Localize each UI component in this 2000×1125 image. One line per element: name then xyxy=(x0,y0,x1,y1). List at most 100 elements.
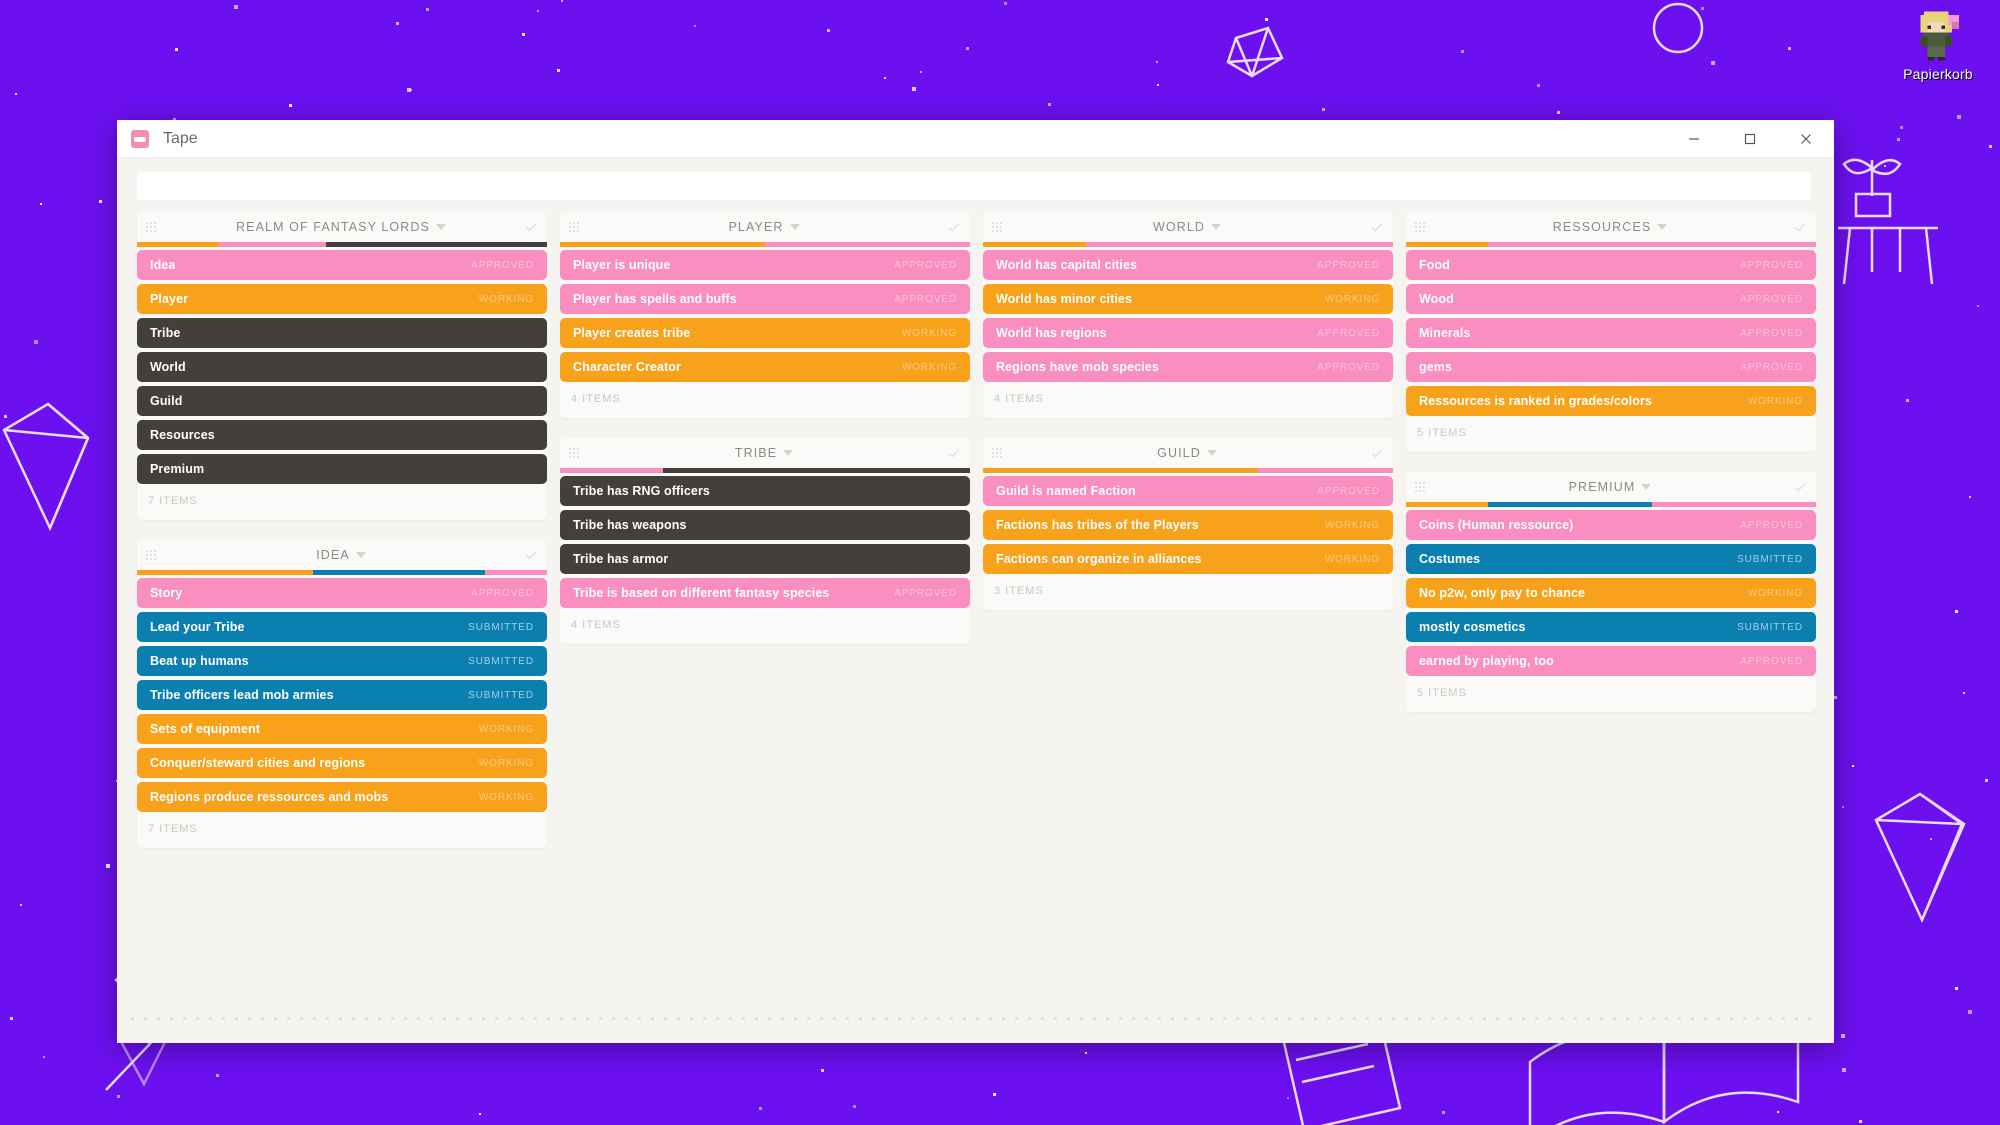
task-card[interactable]: Tribe is based on different fantasy spec… xyxy=(560,578,970,608)
check-icon[interactable] xyxy=(1370,446,1384,460)
check-icon[interactable] xyxy=(524,220,538,234)
task-card[interactable]: Character Creator WORKING xyxy=(560,352,970,382)
drag-handle-icon[interactable] xyxy=(992,222,1004,232)
desktop-icon-recycle-bin[interactable]: Papierkorb xyxy=(1886,4,1990,82)
collection-header[interactable]: WORLD xyxy=(983,212,1393,242)
task-card[interactable]: World has capital cities APPROVED xyxy=(983,250,1393,280)
collection-header[interactable]: TRIBE xyxy=(560,438,970,468)
check-icon[interactable] xyxy=(947,446,961,460)
minimize-icon[interactable] xyxy=(1666,120,1722,158)
progress-segment-approved xyxy=(1488,242,1816,247)
task-card[interactable]: World has minor cities WORKING xyxy=(983,284,1393,314)
chevron-down-icon[interactable] xyxy=(783,450,794,456)
desktop-icon-label: Papierkorb xyxy=(1903,66,1973,82)
status-badge: APPROVED xyxy=(471,259,534,271)
drag-handle-icon[interactable] xyxy=(569,448,581,458)
task-card[interactable]: Guild is named Faction APPROVED xyxy=(983,476,1393,506)
progress-segment-idle xyxy=(662,468,970,473)
task-card-label: Player creates tribe xyxy=(573,326,691,340)
task-card[interactable]: Minerals APPROVED xyxy=(1406,318,1816,348)
task-card[interactable]: earned by playing, too APPROVED xyxy=(1406,646,1816,676)
task-card[interactable]: Guild xyxy=(137,386,547,416)
chevron-down-icon[interactable] xyxy=(789,224,800,230)
collection-header[interactable]: PLAYER xyxy=(560,212,970,242)
task-card-label: Minerals xyxy=(1419,326,1471,340)
task-card[interactable]: World xyxy=(137,352,547,382)
task-card[interactable]: Wood APPROVED xyxy=(1406,284,1816,314)
collection-header[interactable]: REALM OF FANTASY LORDS xyxy=(137,212,547,242)
task-card[interactable]: Beat up humans SUBMITTED xyxy=(137,646,547,676)
collection-header[interactable]: PREMIUM xyxy=(1406,472,1816,502)
task-card[interactable]: Regions produce ressources and mobs WORKI… xyxy=(137,782,547,812)
drag-handle-icon[interactable] xyxy=(992,448,1004,458)
check-icon[interactable] xyxy=(947,220,961,234)
chevron-down-icon[interactable] xyxy=(1211,224,1222,230)
search-input[interactable] xyxy=(137,172,1811,200)
collection-item-count: 5 ITEMS xyxy=(1406,420,1816,446)
status-badge: APPROVED xyxy=(1317,361,1380,373)
status-badge: APPROVED xyxy=(1740,519,1803,531)
drag-handle-icon[interactable] xyxy=(146,222,158,232)
status-badge: SUBMITTED xyxy=(468,655,534,667)
task-card[interactable]: Resources xyxy=(137,420,547,450)
task-card[interactable]: Story APPROVED xyxy=(137,578,547,608)
task-card[interactable]: Coins (Human ressource) APPROVED xyxy=(1406,510,1816,540)
window-titlebar[interactable]: Tape xyxy=(117,120,1834,158)
collection-header[interactable]: IDEA xyxy=(137,540,547,570)
task-card[interactable]: mostly cosmetics SUBMITTED xyxy=(1406,612,1816,642)
task-card[interactable]: Tribe has RNG officers xyxy=(560,476,970,506)
task-card[interactable]: No p2w, only pay to chance WORKING xyxy=(1406,578,1816,608)
task-card[interactable]: Player has spells and buffs APPROVED xyxy=(560,284,970,314)
task-card-label: Ressources is ranked in grades/colors xyxy=(1419,394,1652,408)
chevron-down-icon[interactable] xyxy=(1641,484,1652,490)
task-card[interactable]: Factions can organize in alliances WORKIN… xyxy=(983,544,1393,574)
status-badge: APPROVED xyxy=(1740,293,1803,305)
task-card[interactable]: Tribe xyxy=(137,318,547,348)
chevron-down-icon[interactable] xyxy=(355,552,366,558)
check-icon[interactable] xyxy=(524,548,538,562)
task-card[interactable]: Player is unique APPROVED xyxy=(560,250,970,280)
collection-header[interactable]: RESSOURCES xyxy=(1406,212,1816,242)
kanban-board: REALM OF FANTASY LORDS Idea APPROVED Player… xyxy=(137,212,1827,848)
task-card[interactable]: Premium xyxy=(137,454,547,484)
maximize-icon[interactable] xyxy=(1722,120,1778,158)
collection-progress-bar xyxy=(1406,242,1816,247)
drag-handle-icon[interactable] xyxy=(1415,482,1427,492)
collection-item-count: 3 ITEMS xyxy=(983,578,1393,604)
task-card[interactable]: Costumes SUBMITTED xyxy=(1406,544,1816,574)
task-card[interactable]: Sets of equipment WORKING xyxy=(137,714,547,744)
task-card-label: Resources xyxy=(150,428,215,442)
status-badge: WORKING xyxy=(478,757,534,769)
collection-header[interactable]: GUILD xyxy=(983,438,1393,468)
task-card[interactable]: gems APPROVED xyxy=(1406,352,1816,382)
task-card[interactable]: World has regions APPROVED xyxy=(983,318,1393,348)
check-icon[interactable] xyxy=(1370,220,1384,234)
task-card[interactable]: Conquer/steward cities and regions WORKIN… xyxy=(137,748,547,778)
drag-handle-icon[interactable] xyxy=(146,550,158,560)
drag-handle-icon[interactable] xyxy=(1415,222,1427,232)
progress-segment-working xyxy=(560,242,765,247)
check-icon[interactable] xyxy=(1793,480,1807,494)
progress-segment-submitted xyxy=(1488,502,1652,507)
check-icon[interactable] xyxy=(1793,220,1807,234)
chevron-down-icon[interactable] xyxy=(1657,224,1668,230)
task-card[interactable]: Tribe has weapons xyxy=(560,510,970,540)
close-icon[interactable] xyxy=(1778,120,1834,158)
task-card[interactable]: Tribe has armor xyxy=(560,544,970,574)
task-card[interactable]: Food APPROVED xyxy=(1406,250,1816,280)
collection-title: PLAYER xyxy=(581,220,947,234)
chevron-down-icon[interactable] xyxy=(1206,450,1217,456)
status-badge: APPROVED xyxy=(1740,361,1803,373)
task-card[interactable]: Idea APPROVED xyxy=(137,250,547,280)
task-card[interactable]: Tribe officers lead mob armies SUBMITTED xyxy=(137,680,547,710)
task-card-label: Food xyxy=(1419,258,1450,272)
chevron-down-icon[interactable] xyxy=(435,224,446,230)
task-card[interactable]: Lead your Tribe SUBMITTED xyxy=(137,612,547,642)
task-card[interactable]: Player WORKING xyxy=(137,284,547,314)
task-card[interactable]: Regions have mob species APPROVED xyxy=(983,352,1393,382)
task-card[interactable]: Ressources is ranked in grades/colors WOR… xyxy=(1406,386,1816,416)
drag-handle-icon[interactable] xyxy=(569,222,581,232)
task-card[interactable]: Player creates tribe WORKING xyxy=(560,318,970,348)
task-card[interactable]: Factions has tribes of the Players WORKIN… xyxy=(983,510,1393,540)
collection-title: REALM OF FANTASY LORDS xyxy=(158,220,524,234)
